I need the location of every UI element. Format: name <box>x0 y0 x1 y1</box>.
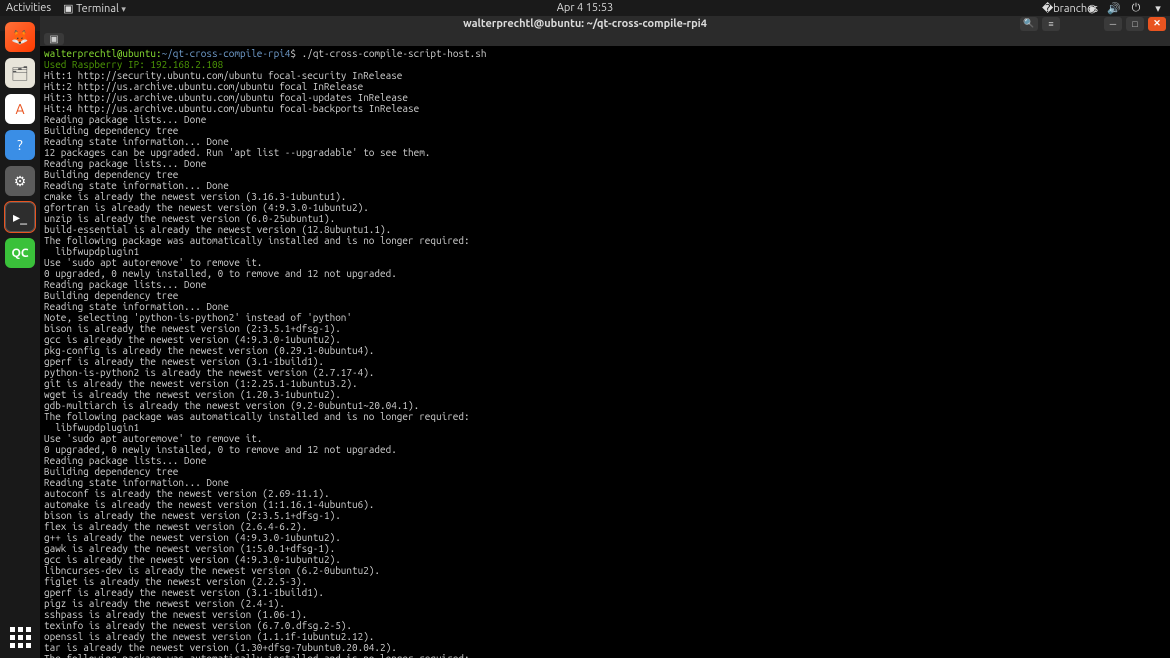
maximize-button[interactable]: □ <box>1126 17 1144 31</box>
network-icon: ◉ <box>1086 2 1098 14</box>
focused-app-menu[interactable]: ▣ Terminal <box>63 2 126 15</box>
caret-down-icon: ▾ <box>1152 2 1164 14</box>
close-button[interactable]: ✕ <box>1148 17 1166 31</box>
close-icon: ✕ <box>1153 18 1161 29</box>
menu-icon: ≡ <box>1048 19 1053 29</box>
apps-grid-icon <box>10 627 31 648</box>
prompt-dollar: $ <box>290 48 301 59</box>
minimize-icon: ─ <box>1110 19 1116 29</box>
search-button[interactable]: 🔍 <box>1020 17 1038 31</box>
used-ip-line: Used Raspberry IP: 192.168.2.108 <box>44 59 223 70</box>
dock-qc[interactable]: QC <box>5 238 35 268</box>
maximize-icon: □ <box>1132 19 1137 29</box>
network-icon: �branches <box>1064 2 1076 14</box>
terminal-tabbar: ▣ <box>40 31 1170 46</box>
dock-software[interactable]: A <box>5 94 35 124</box>
prompt-command: ./qt-cross-compile-script-host.sh <box>302 48 487 59</box>
volume-icon: 🔊 <box>1108 2 1120 14</box>
new-tab-icon: ▣ <box>49 33 58 45</box>
hamburger-menu-button[interactable]: ≡ <box>1042 17 1060 31</box>
software-icon: A <box>15 101 24 117</box>
system-tray[interactable]: �branches ◉ 🔊 ⏻ ▾ <box>1064 2 1164 14</box>
help-icon: ? <box>17 137 22 153</box>
window-title: walterprechtl@ubuntu: ~/qt-cross-compile… <box>463 18 707 30</box>
files-icon: 🗂 <box>11 65 29 82</box>
minimize-button[interactable]: ─ <box>1104 17 1122 31</box>
prompt-path: ~/qt-cross-compile-rpi4 <box>162 48 291 59</box>
window-titlebar: walterprechtl@ubuntu: ~/qt-cross-compile… <box>0 16 1170 31</box>
new-tab-button[interactable]: ▣ <box>44 33 64 45</box>
power-icon: ⏻ <box>1130 2 1142 14</box>
gnome-topbar: Activities ▣ Terminal Apr 4 15:53 �branc… <box>0 0 1170 16</box>
dock-settings[interactable]: ⚙ <box>5 166 35 196</box>
prompt-userhost: walterprechtl@ubuntu: <box>44 48 162 59</box>
dock-help[interactable]: ? <box>5 130 35 160</box>
dock-show-applications[interactable] <box>5 622 35 652</box>
qc-icon-label: QC <box>11 247 28 260</box>
terminal-viewport[interactable]: walterprechtl@ubuntu:~/qt-cross-compile-… <box>40 46 1170 658</box>
dock: 🦊 🗂 A ? ⚙ ▸_ QC <box>0 16 40 658</box>
terminal-output: Hit:1 http://security.ubuntu.com/ubuntu … <box>44 70 470 658</box>
dock-firefox[interactable]: 🦊 <box>5 22 35 52</box>
dock-terminal[interactable]: ▸_ <box>5 202 35 232</box>
firefox-icon: 🦊 <box>11 29 28 46</box>
activities-button[interactable]: Activities <box>6 2 51 14</box>
dock-files[interactable]: 🗂 <box>5 58 35 88</box>
search-icon: 🔍 <box>1023 18 1034 29</box>
terminal-menu-icon: ▣ <box>63 3 73 15</box>
terminal-icon: ▸_ <box>13 209 27 226</box>
clock[interactable]: Apr 4 15:53 <box>557 2 614 14</box>
focused-app-label: Terminal <box>76 3 119 15</box>
settings-icon: ⚙ <box>14 173 27 190</box>
